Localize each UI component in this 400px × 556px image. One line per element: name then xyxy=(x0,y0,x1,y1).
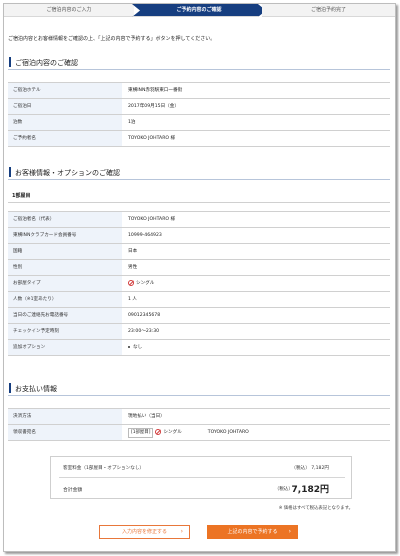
stay-section-title: ご宿泊内容のご確認 xyxy=(8,54,390,70)
stay-details-table: ご宿泊ホテル 東横INN赤羽駅東口一番街 ご宿泊日 2017年09月15日（金） 泊… xyxy=(8,82,390,147)
intro-text: ご宿泊内容とお客様情報をご確認の上、「上記の内容で予約する」ボタンを押してくださ… xyxy=(8,36,216,42)
edit-input-button[interactable]: 入力内容を修正する › xyxy=(99,525,190,539)
table-row: ご宿泊ホテル 東横INN赤羽駅東口一番街 xyxy=(8,83,390,99)
table-row: お部屋タイプ シングル xyxy=(8,276,390,292)
section-accent-bar xyxy=(9,383,11,393)
step-confirm-active: ご予約内容のご確認 xyxy=(132,4,266,17)
step-complete: ご宿泊予約完了 xyxy=(262,4,395,17)
total-tax-label: （税込） xyxy=(274,487,293,492)
page-frame: ご宿泊内容のご入力 ご予約内容のご確認 ご宿泊予約完了 ご宿泊内容とお客様情報を… xyxy=(3,3,396,552)
table-row: 人数（※1室あたり） 1 人 xyxy=(8,292,390,308)
submit-reservation-button[interactable]: 上記の内容で予約する › xyxy=(207,525,298,539)
payment-method: 現地払い（当日） xyxy=(128,414,165,419)
hotel-name: 東横INN赤羽駅東口一番街 xyxy=(128,88,183,93)
table-row: 決済方法 現地払い（当日） xyxy=(8,409,390,425)
bullet-icon xyxy=(128,345,130,348)
chevron-right-icon: › xyxy=(288,528,291,535)
section-accent-bar xyxy=(9,167,11,177)
section-accent-bar xyxy=(9,57,11,67)
total-label: 合計金額 xyxy=(63,488,83,493)
guest-details-table: ご宿泊者名（代表） TOYOKO JOHTARO 様 東横INNクラブカード会員番… xyxy=(8,211,390,356)
total-amount: 7,182円 xyxy=(291,485,329,495)
payment-section-title: お支払い情報 xyxy=(8,380,390,396)
table-row: 泊数 1泊 xyxy=(8,115,390,131)
reserver-name: TOYOKO JOHTARO 様 xyxy=(128,136,176,141)
tax-note: ※ 価格はすべて税込表記となります。 xyxy=(278,506,353,511)
payment-details-table: 決済方法 現地払い（当日） 領収書宛名 [1部屋目] シングル TOYOKO JOHTA… xyxy=(8,408,390,441)
no-smoking-icon xyxy=(155,428,162,435)
nights: 1泊 xyxy=(128,120,136,125)
receipt-name: TOYOKO JOHTARO xyxy=(207,430,249,435)
chevron-right-icon: › xyxy=(180,528,183,535)
table-row: 追加オプション なし xyxy=(8,340,390,356)
table-row: 当日のご連絡先お電話番号 09012345678 xyxy=(8,308,390,324)
no-smoking-icon xyxy=(128,279,134,286)
stay-date: 2017年09月15日（金） xyxy=(128,104,179,109)
table-row: ご宿泊日 2017年09月15日（金） xyxy=(8,99,390,115)
progress-steps: ご宿泊内容のご入力 ご予約内容のご確認 ご宿泊予約完了 xyxy=(4,4,395,18)
table-row: 領収書宛名 [1部屋目] シングル TOYOKO JOHTARO xyxy=(8,425,390,441)
room-fee-value: （税込） 7,182円 xyxy=(291,466,329,471)
room-heading: 1部屋目 xyxy=(8,189,390,203)
table-row: チェックイン予定時刻 23:00～23:30 xyxy=(8,324,390,340)
room-tag: [1部屋目] xyxy=(128,428,154,438)
table-row: 国籍 日本 xyxy=(8,244,390,260)
table-row: ご宿泊者名（代表） TOYOKO JOHTARO 様 xyxy=(8,212,390,228)
step-input: ご宿泊内容のご入力 xyxy=(4,4,134,17)
divider xyxy=(59,477,345,478)
guest-section-title: お客様情報・オプションのご確認 xyxy=(8,164,390,180)
table-row: ご予約者名 TOYOKO JOHTARO 様 xyxy=(8,131,390,147)
room-fee-label: 客室料金（1部屋目・オプションなし） xyxy=(63,466,145,471)
price-summary: 客室料金（1部屋目・オプションなし） （税込） 7,182円 合計金額 （税込）… xyxy=(50,456,352,499)
table-row: 東横INNクラブカード会員番号 10999-464923 xyxy=(8,228,390,244)
table-row: 性別 男性 xyxy=(8,260,390,276)
